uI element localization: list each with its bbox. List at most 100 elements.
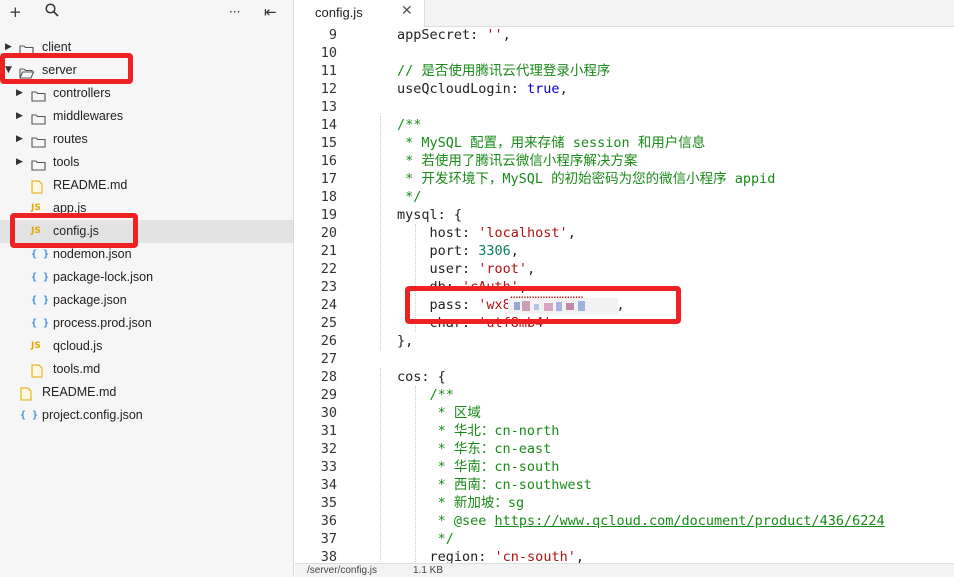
line-code: * 华北：cn-north: [397, 423, 560, 439]
code-line[interactable]: 16 * 若使用了腾讯云微信小程序解决方案: [295, 152, 954, 170]
tree-item[interactable]: tools.md: [0, 358, 293, 381]
tree-item[interactable]: ▶ tools: [0, 151, 293, 174]
code-line[interactable]: 26},: [295, 332, 954, 350]
line-code: cos: {: [397, 369, 446, 385]
line-number: 30: [320, 405, 337, 421]
code-line[interactable]: 10: [295, 44, 954, 62]
tree-item[interactable]: { } process.prod.json: [0, 312, 293, 335]
code-line[interactable]: 15 * MySQL 配置，用来存储 session 和用户信息: [295, 134, 954, 152]
code-line[interactable]: 14 /**: [295, 116, 954, 134]
line-number: 11: [320, 63, 337, 79]
tree-item-label: middlewares: [53, 109, 124, 123]
tree-item[interactable]: README.md: [0, 381, 293, 404]
line-code: host: 'localhost',: [397, 225, 576, 241]
line-number: 37: [320, 531, 337, 547]
tree-item-label: package-lock.json: [53, 270, 154, 284]
code-line[interactable]: 11 // 是否使用腾讯云代理登录小程序: [295, 62, 954, 80]
tree-item-label: process.prod.json: [53, 316, 152, 330]
json-file-icon: { }: [31, 272, 50, 283]
status-file-path: /server/config.js: [307, 565, 378, 576]
line-number: 29: [320, 387, 337, 403]
tree-item-label: project.config.json: [42, 408, 143, 422]
line-number: 33: [320, 459, 337, 475]
line-number: 35: [320, 495, 337, 511]
code-line[interactable]: 28 cos: {: [295, 368, 954, 386]
highlight-box-server: [0, 53, 133, 84]
tree-item[interactable]: { } package-lock.json: [0, 266, 293, 289]
chevron-right-icon[interactable]: ▶: [16, 105, 23, 128]
line-number: 19: [320, 207, 337, 223]
tree-item-label: tools.md: [53, 362, 101, 376]
tree-item[interactable]: JS qcloud.js: [0, 335, 293, 358]
line-number: 38: [320, 549, 337, 564]
code-line[interactable]: 27: [295, 350, 954, 368]
highlight-box-password: [405, 286, 681, 324]
close-icon[interactable]: ✕: [401, 3, 413, 19]
line-number: 9: [328, 27, 337, 43]
line-number: 28: [320, 369, 337, 385]
tree-item[interactable]: { } project.config.json: [0, 404, 293, 427]
code-line[interactable]: 34 * 西南：cn-southwest: [295, 476, 954, 494]
json-file-icon: { }: [31, 295, 50, 306]
add-icon[interactable]: +: [9, 3, 22, 21]
line-number: 27: [320, 351, 337, 367]
chevron-right-icon[interactable]: ▶: [16, 82, 23, 105]
code-line[interactable]: 13: [295, 98, 954, 116]
line-number: 13: [320, 99, 337, 115]
status-file-size: 1.1 KB: [413, 565, 444, 576]
code-line[interactable]: 31 * 华北：cn-north: [295, 422, 954, 440]
json-file-icon: { }: [20, 410, 39, 421]
code-line[interactable]: 33 * 华南：cn-south: [295, 458, 954, 476]
line-number: 23: [320, 279, 337, 295]
line-number: 25: [320, 315, 337, 331]
line-code: * 西南：cn-southwest: [397, 477, 592, 493]
tab-label: config.js: [315, 5, 363, 20]
line-number: 16: [320, 153, 337, 169]
line-code: * 华东：cn-east: [397, 441, 552, 457]
code-line[interactable]: 17 * 开发环境下，MySQL 的初始密码为您的微信小程序 appid: [295, 170, 954, 188]
code-line[interactable]: 21 port: 3306,: [295, 242, 954, 260]
collapse-sidebar-icon[interactable]: ⇤: [264, 3, 277, 21]
line-number: 34: [320, 477, 337, 493]
more-icon[interactable]: ···: [229, 3, 240, 21]
tree-item[interactable]: README.md: [0, 174, 293, 197]
chevron-right-icon[interactable]: ▶: [16, 151, 23, 174]
code-line[interactable]: 22 user: 'root',: [295, 260, 954, 278]
code-line[interactable]: 35 * 新加坡：sg: [295, 494, 954, 512]
line-code: */: [397, 531, 454, 547]
line-number: 10: [320, 45, 337, 61]
code-line[interactable]: 9 appSecret: '',: [295, 26, 954, 44]
json-file-icon: { }: [31, 318, 50, 329]
code-line[interactable]: 30 * 区域: [295, 404, 954, 422]
tree-item[interactable]: ▶ routes: [0, 128, 293, 151]
code-line[interactable]: 36 * @see https://www.qcloud.com/documen…: [295, 512, 954, 530]
code-line[interactable]: 29 /**: [295, 386, 954, 404]
line-number: 18: [320, 189, 337, 205]
tree-item-label: README.md: [53, 178, 128, 192]
tree-item-label: qcloud.js: [53, 339, 103, 353]
tree-item-label: controllers: [53, 86, 111, 100]
code-line[interactable]: 20 host: 'localhost',: [295, 224, 954, 242]
line-code: /**: [397, 117, 422, 133]
code-line[interactable]: 38 region: 'cn-south',: [295, 548, 954, 564]
line-code: appSecret: '',: [397, 27, 511, 43]
code-line[interactable]: 32 * 华东：cn-east: [295, 440, 954, 458]
explorer-toolbar: + ··· ⇤: [0, 0, 293, 26]
tree-item[interactable]: { } package.json: [0, 289, 293, 312]
tab-config-js[interactable]: config.js ✕: [295, 0, 425, 27]
tree-item[interactable]: ▶ middlewares: [0, 105, 293, 128]
code-line[interactable]: 19 mysql: {: [295, 206, 954, 224]
search-icon[interactable]: [45, 3, 59, 21]
folder-icon: [31, 156, 46, 171]
markdown-file-icon: [31, 363, 45, 378]
line-code: port: 3306,: [397, 243, 519, 259]
line-number: 15: [320, 135, 337, 151]
chevron-right-icon[interactable]: ▶: [16, 128, 23, 151]
code-line[interactable]: 37 */: [295, 530, 954, 548]
line-code: user: 'root',: [397, 261, 536, 277]
tree-item[interactable]: ▶ controllers: [0, 82, 293, 105]
code-line[interactable]: 12 useQcloudLogin: true,: [295, 80, 954, 98]
line-code: * 若使用了腾讯云微信小程序解决方案: [397, 153, 638, 169]
markdown-file-icon: [31, 179, 45, 194]
code-line[interactable]: 18 */: [295, 188, 954, 206]
